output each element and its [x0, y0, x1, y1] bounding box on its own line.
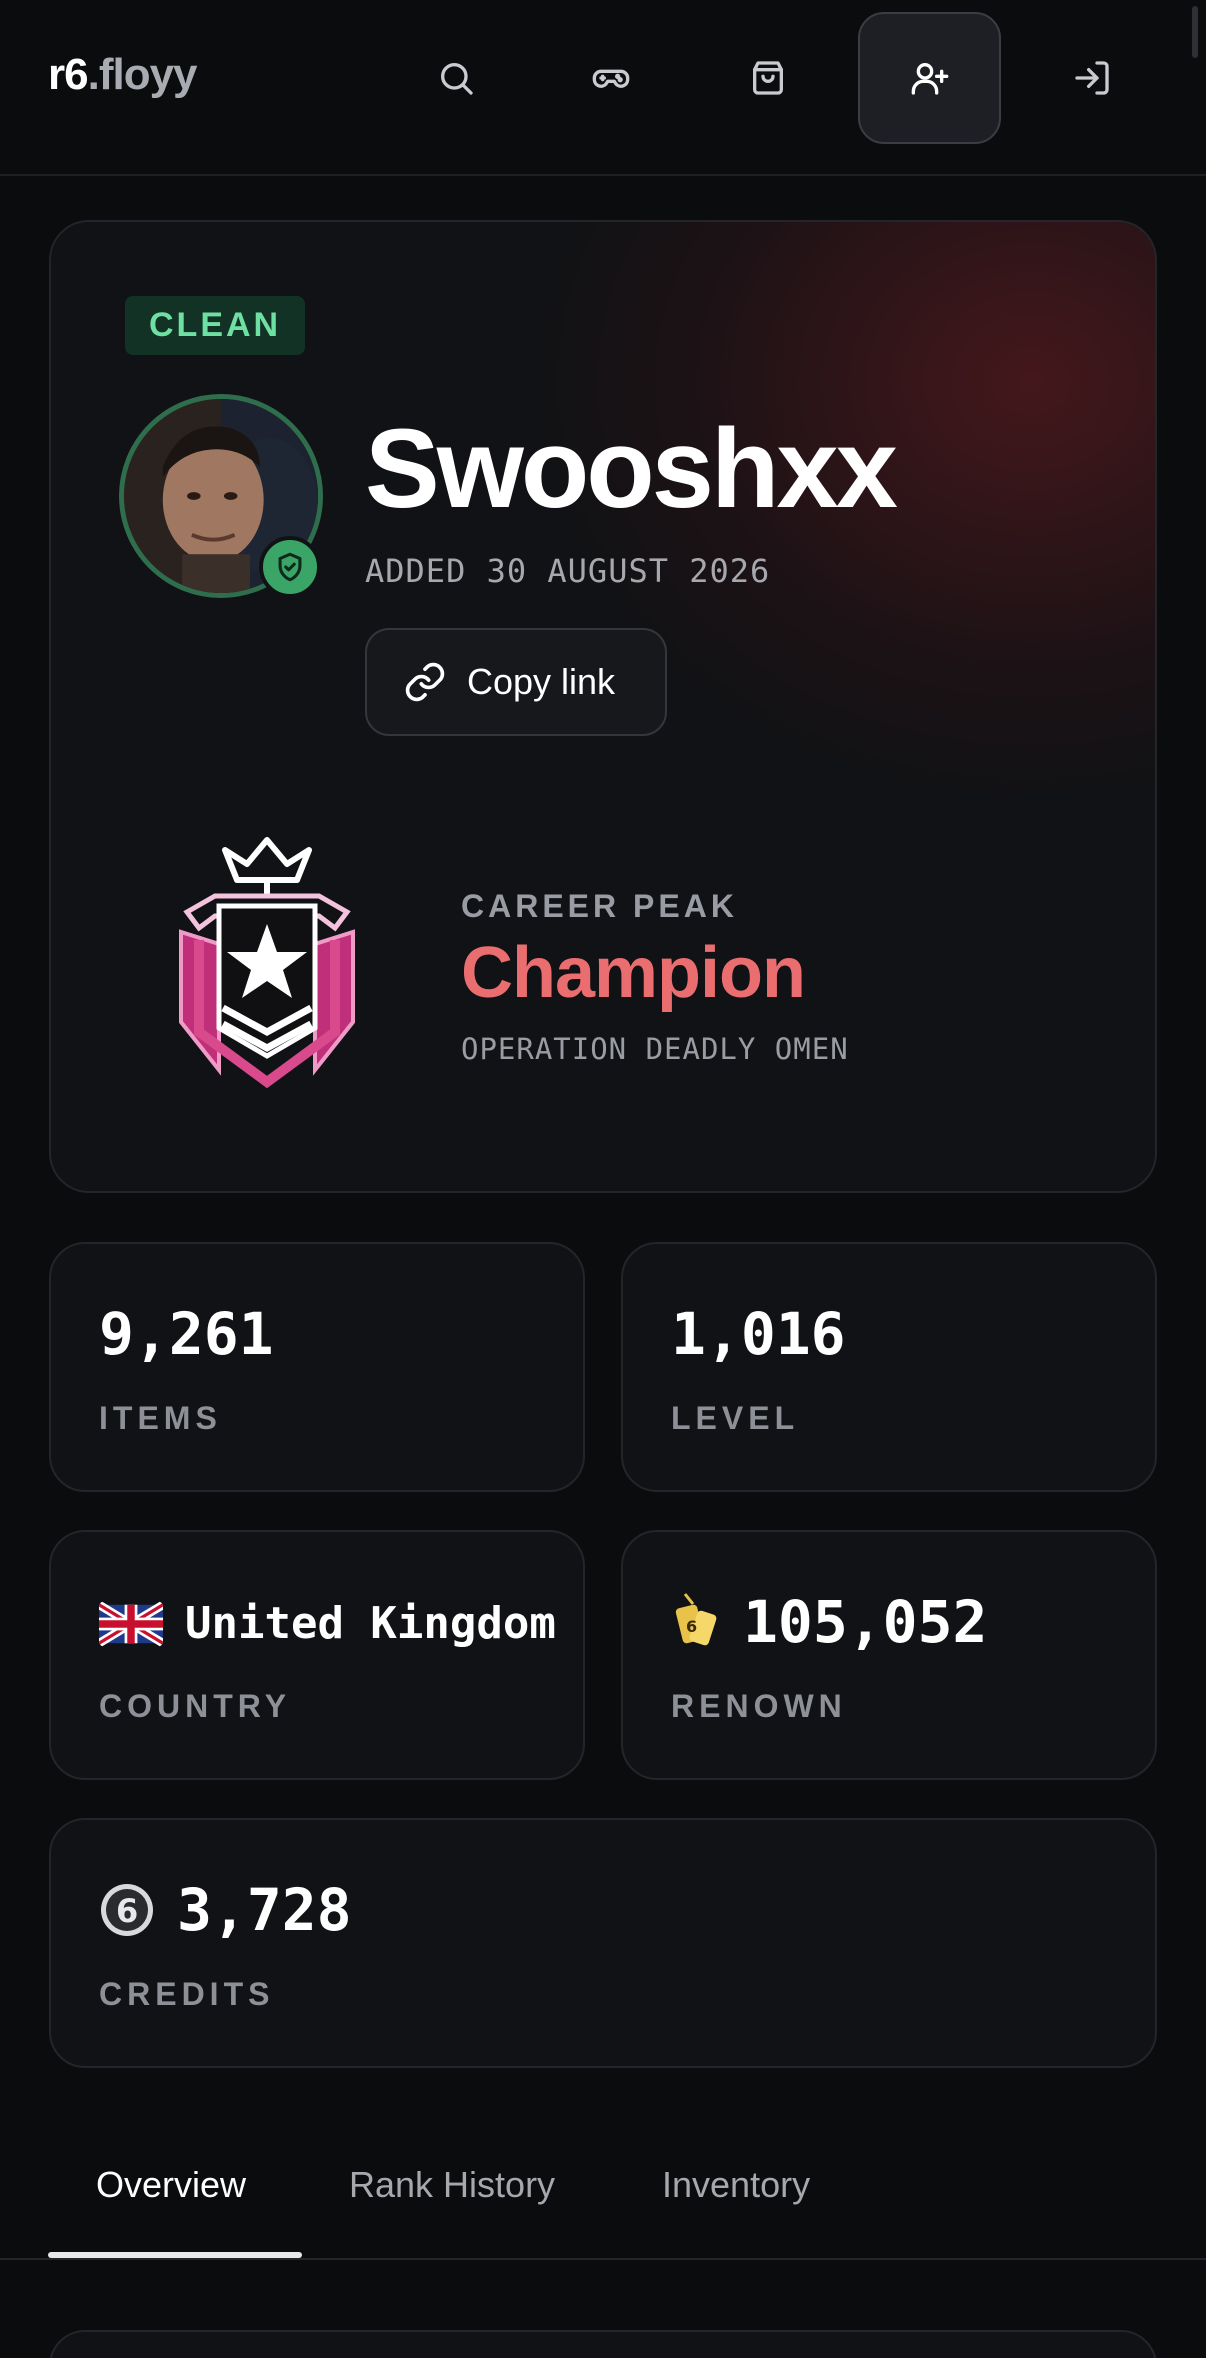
avatar-container: [119, 394, 323, 598]
tab-inventory[interactable]: Inventory: [662, 2164, 810, 2206]
top-navigation-bar: r6.floyy: [0, 0, 1206, 176]
copy-link-label: Copy link: [467, 661, 616, 702]
renown-label: RENOWN: [671, 1688, 847, 1724]
svg-text:6: 6: [116, 1892, 138, 1930]
level-value: 1,016: [671, 1300, 846, 1368]
link-icon: [405, 662, 445, 702]
login-icon[interactable]: [1050, 36, 1134, 120]
logo-suffix-text: .floyy: [87, 50, 198, 99]
credits-row: 6 3,728: [99, 1876, 352, 1944]
career-peak-rank: Champion: [461, 933, 806, 1013]
stat-card-country: United Kingdom COUNTRY: [49, 1530, 585, 1780]
items-value: 9,261: [99, 1300, 274, 1368]
country-row: United Kingdom: [99, 1598, 556, 1649]
status-badge: CLEAN: [125, 296, 306, 355]
stat-card-level: 1,016 LEVEL: [621, 1242, 1157, 1492]
renown-row: 6 105,052: [671, 1588, 987, 1656]
champion-rank-emblem-icon: [159, 832, 375, 1092]
uk-flag-icon: [99, 1600, 163, 1647]
search-icon[interactable]: [414, 36, 498, 120]
items-label: ITEMS: [99, 1400, 222, 1436]
country-value: United Kingdom: [185, 1598, 556, 1649]
verified-shield-icon: [259, 536, 321, 598]
svg-text:6: 6: [686, 1617, 697, 1636]
career-peak-season: OPERATION DEADLY OMEN: [461, 1032, 849, 1066]
profile-tabs: Overview Rank History Inventory: [0, 2140, 1206, 2260]
tab-rank-history[interactable]: Rank History: [349, 2164, 555, 2206]
career-peak-label: CAREER PEAK: [461, 888, 738, 924]
renown-value: 105,052: [743, 1588, 988, 1656]
username: Swooshxx: [365, 406, 898, 531]
country-label: COUNTRY: [99, 1688, 292, 1724]
logo-main-text: r6: [48, 50, 89, 99]
stat-card-credits: 6 3,728 CREDITS: [49, 1818, 1157, 2068]
renown-tag-icon: 6: [675, 1593, 717, 1646]
copy-link-button[interactable]: Copy link: [365, 628, 667, 736]
active-tab-indicator: [48, 2252, 302, 2258]
stat-card-renown: 6 105,052 RENOWN: [621, 1530, 1157, 1780]
overview-content-card: [49, 2330, 1157, 2358]
r6-credits-icon: 6: [101, 1884, 153, 1936]
credits-label: CREDITS: [99, 1976, 275, 2012]
shopping-bag-icon[interactable]: [726, 36, 810, 120]
level-label: LEVEL: [671, 1400, 800, 1436]
site-logo[interactable]: r6.floyy: [48, 50, 198, 100]
added-date: ADDED 30 AUGUST 2026: [365, 552, 771, 590]
add-user-icon[interactable]: [858, 12, 1001, 144]
gamepad-icon[interactable]: [569, 36, 653, 120]
credits-value: 3,728: [177, 1876, 352, 1944]
profile-card: CLEAN Swooshxx ADDED 30 AUGUST 2026 Copy…: [49, 220, 1157, 1193]
tab-overview[interactable]: Overview: [96, 2164, 246, 2206]
scrollbar-thumb[interactable]: [1192, 6, 1198, 58]
stat-card-items: 9,261 ITEMS: [49, 1242, 585, 1492]
